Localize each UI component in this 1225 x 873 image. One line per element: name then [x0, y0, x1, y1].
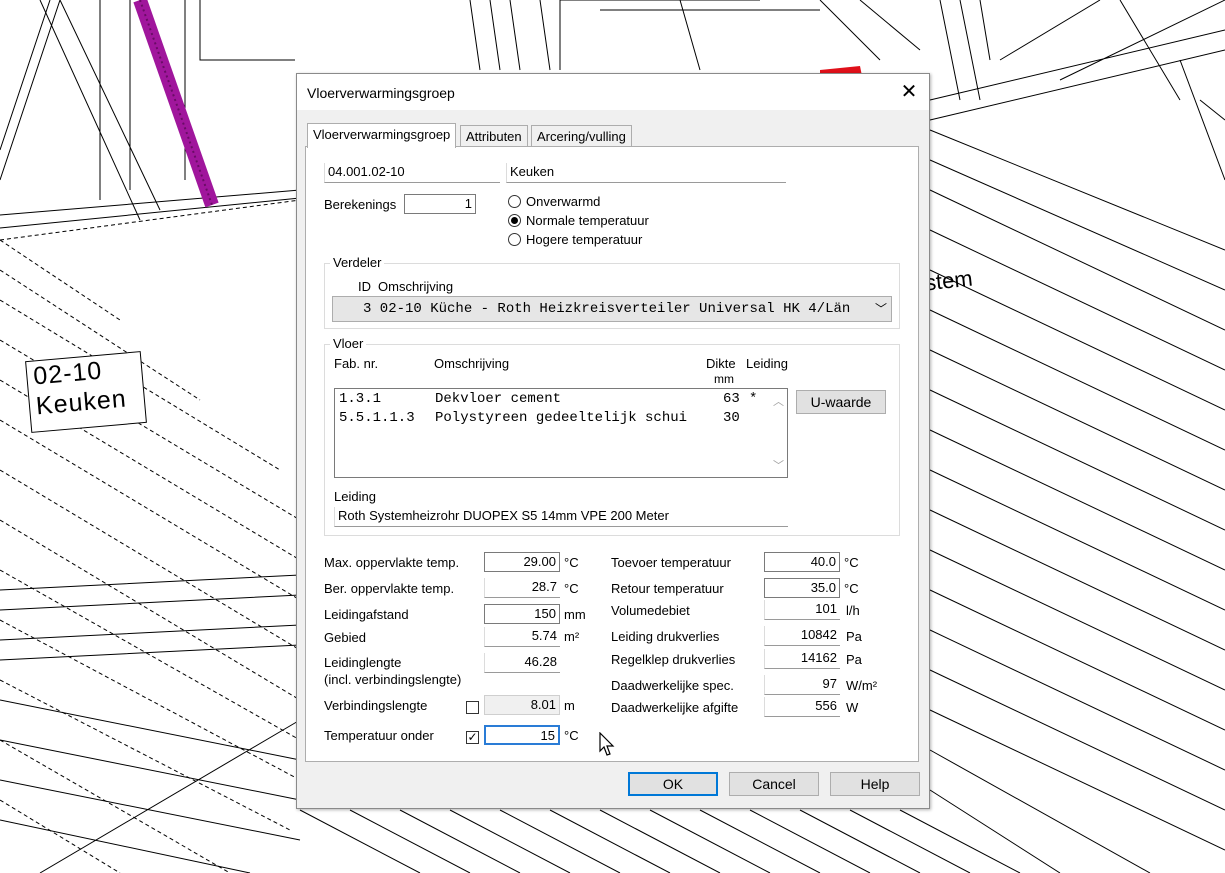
berekening-input[interactable]: 1	[404, 194, 476, 214]
regelklep-drukverlies-field: 14162	[764, 649, 840, 669]
toevoer-temp-unit: °C	[844, 555, 859, 570]
radio-hogere-temperatuur-label: Hogere temperatuur	[526, 232, 643, 247]
radio-onverwarmd[interactable]	[508, 195, 521, 208]
scroll-up-icon[interactable]: ︿	[773, 393, 784, 409]
chevron-down-icon[interactable]: ﹀	[875, 297, 887, 321]
vloer-layers-list[interactable]: 1.3.1 Dekvloer cement 63 * 5.5.1.1.3 Pol…	[334, 388, 788, 478]
vloer-col-desc: Omschrijving	[434, 356, 510, 371]
room-name-field[interactable]: Keuken	[506, 163, 786, 183]
leiding-drukverlies-field: 10842	[764, 626, 840, 646]
verdeler-col-desc: Omschrijving	[378, 279, 454, 294]
leidingafstand-label: Leidingafstand	[324, 607, 409, 622]
verbindingslengte-input[interactable]: 8.01	[484, 695, 560, 715]
cad-partial-text: stem	[923, 265, 974, 296]
gebied-label: Gebied	[324, 630, 366, 645]
mouse-cursor-icon	[599, 732, 615, 756]
list-scrollbar[interactable]: ︿ ﹀	[770, 389, 787, 477]
tab-panel: 04.001.02-10 Keuken Berekenings 1 Onverw…	[305, 146, 919, 762]
verbindingslengte-checkbox[interactable]	[466, 701, 479, 714]
verdeler-select[interactable]: 3 02-10 Küche - Roth Heizkreisverteiler …	[332, 296, 892, 322]
toevoer-temp-input[interactable]: 40.0	[764, 552, 840, 572]
gebied-field: 5.74	[484, 627, 560, 647]
group-id-field[interactable]: 04.001.02-10	[324, 163, 500, 183]
vloer-col-leiding: Leiding	[746, 356, 788, 371]
help-button[interactable]: Help	[830, 772, 920, 796]
leiding-drukverlies-unit: Pa	[846, 629, 862, 644]
radio-normale-temperatuur-label: Normale temperatuur	[526, 213, 649, 228]
retour-temp-input[interactable]: 35.0	[764, 578, 840, 598]
floor-heating-group-dialog: Vloerverwarmingsgroep ✕ Vloerverwarmings…	[296, 73, 930, 809]
verbindingslengte-label: Verbindingslengte	[324, 698, 428, 713]
daadwerkelijke-spec-label: Daadwerkelijke spec.	[611, 678, 734, 693]
vloer-col-dikte: Dikte	[706, 356, 736, 371]
tab-arcering-vulling[interactable]: Arcering/vulling	[531, 125, 632, 148]
leiding-drukverlies-label: Leiding drukverlies	[611, 629, 720, 644]
gebied-unit: m²	[564, 629, 580, 644]
toevoer-temp-label: Toevoer temperatuur	[611, 555, 731, 570]
regelklep-drukverlies-unit: Pa	[846, 652, 862, 667]
volumedebiet-unit: l/h	[846, 603, 860, 618]
list-item-fab: 1.3.1	[339, 391, 382, 407]
leidinglengte-label: Leidinglengte	[324, 655, 402, 670]
radio-hogere-temperatuur[interactable]	[508, 233, 521, 246]
berekening-label: Berekenings	[324, 197, 397, 212]
dialog-title: Vloerverwarmingsgroep	[307, 85, 455, 101]
leidinglengte-field: 46.28	[484, 653, 560, 673]
leiding-field[interactable]: Roth Systemheizrohr DUOPEX S5 14mm VPE 2…	[334, 507, 788, 527]
max-opp-temp-input[interactable]: 29.00	[484, 552, 560, 572]
tab-attributen[interactable]: Attributen	[460, 125, 528, 148]
verbindingslengte-unit: m	[564, 698, 575, 713]
tab-vloerverwarmingsgroep[interactable]: Vloerverwarmingsgroep	[307, 123, 457, 148]
ber-opp-temp-field: 28.7	[484, 578, 560, 598]
radio-normale-temperatuur[interactable]	[508, 214, 521, 227]
temperatuur-onder-input[interactable]: 15	[484, 725, 560, 745]
temperatuur-onder-checkbox[interactable]: ✓	[466, 731, 479, 744]
list-item-desc: Dekvloer cement	[435, 391, 562, 407]
retour-temp-label: Retour temperatuur	[611, 581, 724, 596]
room-label[interactable]: 02-10 Keuken	[25, 351, 147, 433]
verdeler-selected: 3 02-10 Küche - Roth Heizkreisverteiler …	[363, 301, 851, 317]
verdeler-col-id: ID	[358, 279, 371, 294]
daadwerkelijke-spec-unit: W/m²	[846, 678, 878, 693]
daadwerkelijke-afgifte-label: Daadwerkelijke afgifte	[611, 700, 739, 715]
radio-onverwarmd-label: Onverwarmd	[526, 194, 601, 209]
volumedebiet-label: Volumedebiet	[611, 603, 690, 618]
ber-opp-temp-label: Ber. oppervlakte temp.	[324, 581, 455, 596]
max-opp-temp-label: Max. oppervlakte temp.	[324, 555, 460, 570]
leidingafstand-input[interactable]: 150	[484, 604, 560, 624]
u-waarde-button[interactable]: U-waarde	[796, 390, 886, 414]
list-item-leiding: *	[749, 391, 758, 407]
temperatuur-onder-unit: °C	[564, 728, 579, 743]
list-item-dikte: 63	[723, 391, 740, 407]
max-opp-temp-unit: °C	[564, 555, 579, 570]
daadwerkelijke-afgifte-unit: W	[846, 700, 859, 715]
leidingafstand-unit: mm	[564, 607, 586, 622]
close-icon[interactable]: ✕	[897, 80, 921, 104]
list-item-fab: 5.5.1.1.3	[339, 410, 415, 426]
vloer-group-label: Vloer	[330, 336, 367, 351]
vloer-col-dikte-unit: mm	[714, 372, 734, 386]
retour-temp-unit: °C	[844, 581, 859, 596]
list-item-desc: Polystyreen gedeeltelijk schui	[435, 410, 688, 426]
scroll-down-icon[interactable]: ﹀	[773, 457, 784, 473]
leiding-label: Leiding	[334, 489, 376, 504]
verdeler-group-label: Verdeler	[330, 255, 385, 270]
regelklep-drukverlies-label: Regelklep drukverlies	[611, 652, 736, 667]
dialog-titlebar[interactable]: Vloerverwarmingsgroep ✕	[297, 74, 929, 110]
leidinglengte-sublabel: (incl. verbindingslengte)	[324, 672, 462, 687]
list-item-dikte: 30	[723, 410, 740, 426]
temperatuur-onder-label: Temperatuur onder	[324, 728, 434, 743]
ber-opp-temp-unit: °C	[564, 581, 579, 596]
vloer-col-fab: Fab. nr.	[334, 356, 379, 371]
daadwerkelijke-spec-field: 97	[764, 675, 840, 695]
ok-button[interactable]: OK	[628, 772, 718, 796]
daadwerkelijke-afgifte-field: 556	[764, 697, 840, 717]
volumedebiet-field: 101	[764, 600, 840, 620]
cancel-button[interactable]: Cancel	[729, 772, 819, 796]
